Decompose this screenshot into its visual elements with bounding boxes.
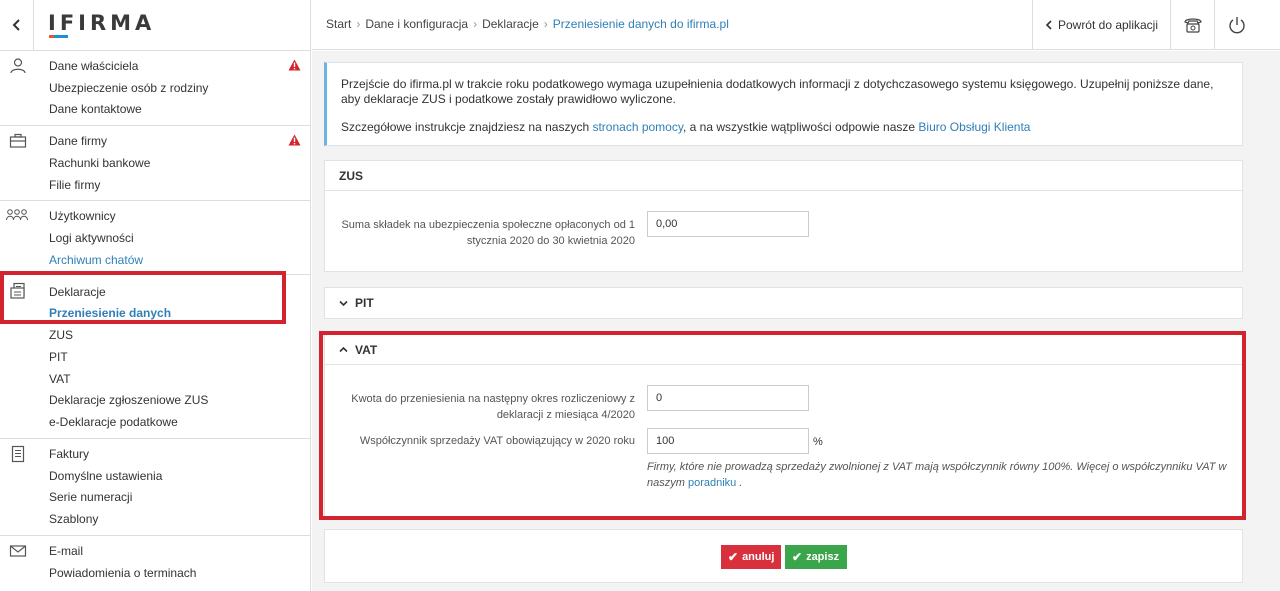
sidebar-item-e-declarations[interactable]: e-Deklaracje podatkowe (49, 415, 178, 429)
power-icon (1228, 17, 1245, 34)
menu-group-company: Dane firmy Rachunki bankowe Filie firmy (0, 126, 310, 201)
collapse-sidebar-button[interactable] (0, 0, 34, 51)
breadcrumb-declarations[interactable]: Deklaracje (482, 17, 539, 31)
phone-button[interactable] (1170, 0, 1214, 50)
sidebar-item-chat-archive[interactable]: Archiwum chatów (49, 253, 143, 267)
sidebar: IFIRMA Dane właściciela Ubezpieczenie os… (0, 0, 311, 591)
chevron-left-icon (12, 19, 20, 31)
sidebar-item-contact-data[interactable]: Dane kontaktowe (49, 102, 142, 116)
info-text: Przejście do ifirma.pl w trakcie roku po… (341, 77, 1214, 106)
sidebar-item-owner-data[interactable]: Dane właściciela (49, 59, 138, 73)
sidebar-item-pit[interactable]: PIT (49, 350, 68, 364)
customer-service-link[interactable]: Biuro Obsługi Klienta (918, 120, 1030, 134)
back-to-app-button[interactable]: Powrót do aplikacji (1032, 0, 1170, 50)
check-icon: ✔ (728, 550, 739, 564)
cancel-button[interactable]: ✔ anuluj (721, 545, 781, 569)
main-content: Przejście do ifirma.pl w trakcie roku po… (312, 51, 1280, 591)
save-button[interactable]: ✔ zapisz (785, 545, 847, 569)
sidebar-item-deadline-notifications[interactable]: Powiadomienia o terminach (49, 566, 196, 580)
breadcrumb-start[interactable]: Start (326, 17, 351, 31)
sidebar-item-vat[interactable]: VAT (49, 372, 71, 386)
chevron-left-icon (1045, 20, 1052, 30)
pit-panel: PIT (324, 287, 1243, 319)
breadcrumb-current: Przeniesienie danych do ifirma.pl (552, 17, 729, 31)
pit-panel-title: PIT (355, 296, 374, 310)
sidebar-item-family-insurance[interactable]: Ubezpieczenie osób z rodziny (49, 81, 208, 95)
highlight-box-vat (319, 331, 1246, 520)
zus-panel-header: ZUS (325, 161, 1242, 191)
menu-group-invoices: Faktury Domyślne ustawienia Serie numera… (0, 439, 310, 536)
menu-group-owner: Dane właściciela Ubezpieczenie osób z ro… (0, 51, 310, 126)
user-icon (10, 58, 26, 74)
help-pages-link[interactable]: stronach pomocy (592, 120, 683, 134)
breadcrumb-config[interactable]: Dane i konfiguracja (365, 17, 468, 31)
menu-group-users: Użytkownicy Logi aktywności Archiwum cha… (0, 201, 310, 275)
logout-button[interactable] (1214, 0, 1258, 50)
sidebar-item-activity-logs[interactable]: Logi aktywności (49, 231, 134, 245)
briefcase-icon (9, 133, 27, 148)
sidebar-item-branches[interactable]: Filie firmy (49, 178, 100, 192)
topbar: Start › Dane i konfiguracja › Deklaracje › Prz… (312, 0, 1280, 50)
zus-panel: ZUS Suma składek na ubezpieczenia społec… (324, 160, 1243, 272)
back-to-app-label: Powrót do aplikacji (1057, 18, 1159, 32)
invoice-icon (11, 445, 25, 463)
highlight-box-sidebar (0, 271, 286, 324)
zus-contributions-input[interactable] (647, 211, 809, 237)
chevron-down-icon (339, 300, 348, 306)
sidebar-item-templates[interactable]: Szablony (49, 512, 98, 526)
sidebar-item-default-settings[interactable]: Domyślne ustawienia (49, 469, 162, 483)
warning-icon (288, 59, 301, 71)
menu-group-email: E-mail Powiadomienia o terminach (0, 536, 310, 591)
sidebar-item-bank-accounts[interactable]: Rachunki bankowe (49, 156, 150, 170)
envelope-icon (9, 545, 27, 557)
info-box: Przejście do ifirma.pl w trakcie roku po… (324, 62, 1243, 146)
brand-bar: IFIRMA (0, 0, 310, 51)
warning-icon (288, 134, 301, 146)
logo-text: IFIRMA (48, 11, 156, 35)
sidebar-item-users[interactable]: Użytkownicy (49, 209, 116, 223)
sidebar-item-zus-registration[interactable]: Deklaracje zgłoszeniowe ZUS (49, 393, 208, 407)
users-icon (6, 209, 28, 221)
sidebar-item-email[interactable]: E-mail (49, 544, 83, 558)
form-actions: ✔ anuluj ✔ zapisz (324, 529, 1243, 583)
ifirma-logo[interactable]: IFIRMA (34, 12, 155, 38)
zus-panel-title: ZUS (339, 168, 363, 183)
info-help-text: Szczegółowe instrukcje znajdziesz na nas… (341, 120, 1031, 134)
sidebar-item-company-data[interactable]: Dane firmy (49, 134, 107, 148)
sidebar-item-numbering-series[interactable]: Serie numeracji (49, 490, 132, 504)
check-icon: ✔ (792, 550, 803, 564)
sidebar-item-zus[interactable]: ZUS (49, 328, 73, 342)
phone-icon (1183, 18, 1202, 33)
breadcrumb: Start › Dane i konfiguracja › Deklaracje › Prz… (326, 17, 729, 31)
pit-panel-header[interactable]: PIT (325, 288, 1242, 318)
sidebar-item-invoices[interactable]: Faktury (49, 447, 89, 461)
zus-contributions-label: Suma składek na ubezpieczenia społeczne … (341, 219, 635, 247)
